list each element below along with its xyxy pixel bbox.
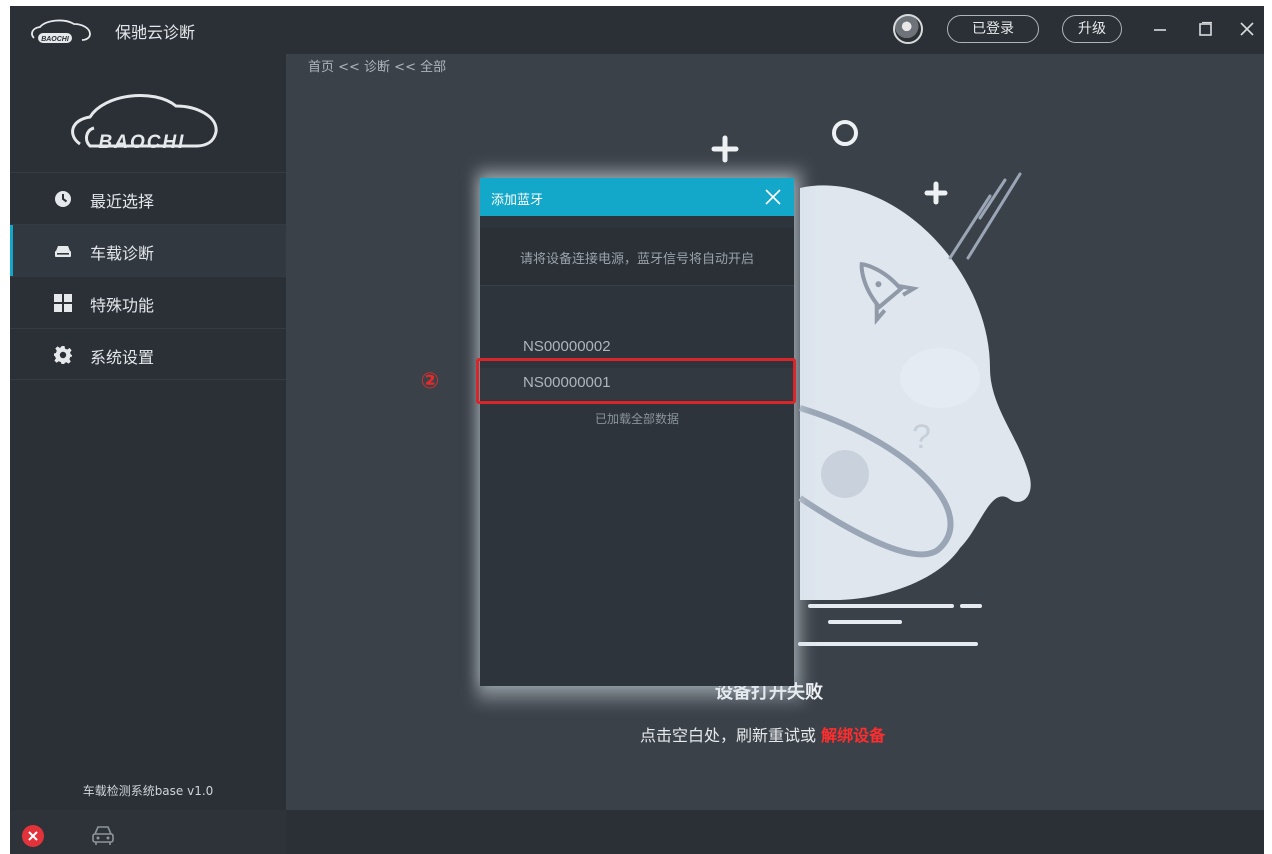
- status-bar-left: [10, 810, 286, 854]
- car-icon: [55, 246, 71, 257]
- sidebar: BAOCHI 最近选择 车载诊断 特殊功能 系统设置 车载检测系统base v1…: [10, 54, 286, 810]
- dialog-hint-panel: 请将设备连接电源，蓝牙信号将自动开启: [480, 228, 794, 286]
- breadcrumb: 首页 << 诊断 << 全部: [308, 60, 447, 75]
- unbind-device-link[interactable]: 解绑设备: [821, 726, 885, 745]
- sidebar-item-system-settings[interactable]: 系统设置: [10, 328, 286, 380]
- minimize-icon: [1154, 29, 1166, 31]
- grid-icon: [54, 294, 72, 312]
- close-icon: [1240, 22, 1254, 36]
- sidebar-item-label: 最近选择: [90, 192, 155, 211]
- user-avatar[interactable]: [893, 14, 923, 44]
- maximize-icon: [1199, 21, 1212, 36]
- x-icon: [28, 831, 38, 841]
- vehicle-status-icon[interactable]: [90, 822, 116, 848]
- login-status-button[interactable]: 已登录: [947, 15, 1039, 43]
- status-bar: [10, 810, 1264, 854]
- device-name: NS00000002: [523, 338, 611, 355]
- logo-text: BAOCHI: [41, 36, 70, 43]
- title-bar: BAOCHI 保驰云诊断 已登录 升级: [10, 6, 1264, 54]
- step-number-annotation: ②: [420, 369, 440, 394]
- device-failure-description: 点击空白处，刷新重试或 解绑设备: [640, 722, 885, 746]
- failure-description-text: 点击空白处，刷新重试或: [640, 726, 822, 745]
- app-title: 保驰云诊断: [115, 23, 196, 42]
- logo-text: BAOCHI: [99, 132, 186, 153]
- add-bluetooth-dialog: 添加蓝牙 请将设备连接电源，蓝牙信号将自动开启 NS00000002 NS000…: [480, 178, 794, 686]
- baochi-logo-icon: BAOCHI: [31, 19, 91, 43]
- sidebar-item-special-functions[interactable]: 特殊功能: [10, 276, 286, 328]
- sidebar-item-label: 系统设置: [90, 348, 155, 367]
- minimize-button[interactable]: [1145, 14, 1175, 44]
- version-label: 车载检测系统base v1.0: [82, 784, 214, 798]
- close-button[interactable]: [1232, 14, 1262, 44]
- maximize-button[interactable]: [1190, 14, 1220, 44]
- dialog-hint: 请将设备连接电源，蓝牙信号将自动开启: [519, 252, 754, 267]
- gear-icon: [54, 346, 72, 364]
- app-window: BAOCHI 保驰云诊断 已登录 升级 BAOCHI 最近选择 车载诊断 特殊功…: [10, 6, 1264, 854]
- error-status-icon[interactable]: [22, 825, 44, 847]
- baochi-large-logo-icon: BAOCHI: [71, 94, 218, 153]
- dialog-title: 添加蓝牙: [491, 193, 544, 208]
- illustration-question-mark: ?: [912, 418, 931, 456]
- list-end-label: 已加载全部数据: [594, 412, 679, 426]
- dialog-close-icon[interactable]: [764, 188, 782, 206]
- sidebar-item-label: 特殊功能: [90, 296, 155, 315]
- upgrade-button[interactable]: 升级: [1062, 15, 1122, 43]
- sidebar-menu: 最近选择 车载诊断 特殊功能 系统设置: [10, 172, 286, 380]
- sidebar-item-vehicle-diagnosis[interactable]: 车载诊断: [10, 224, 286, 277]
- sidebar-item-label: 车载诊断: [90, 244, 155, 263]
- sidebar-item-recent[interactable]: 最近选择: [10, 172, 286, 224]
- clock-icon: [55, 191, 71, 207]
- highlight-box-annotation: [476, 358, 796, 404]
- dialog-header: 添加蓝牙: [480, 178, 794, 216]
